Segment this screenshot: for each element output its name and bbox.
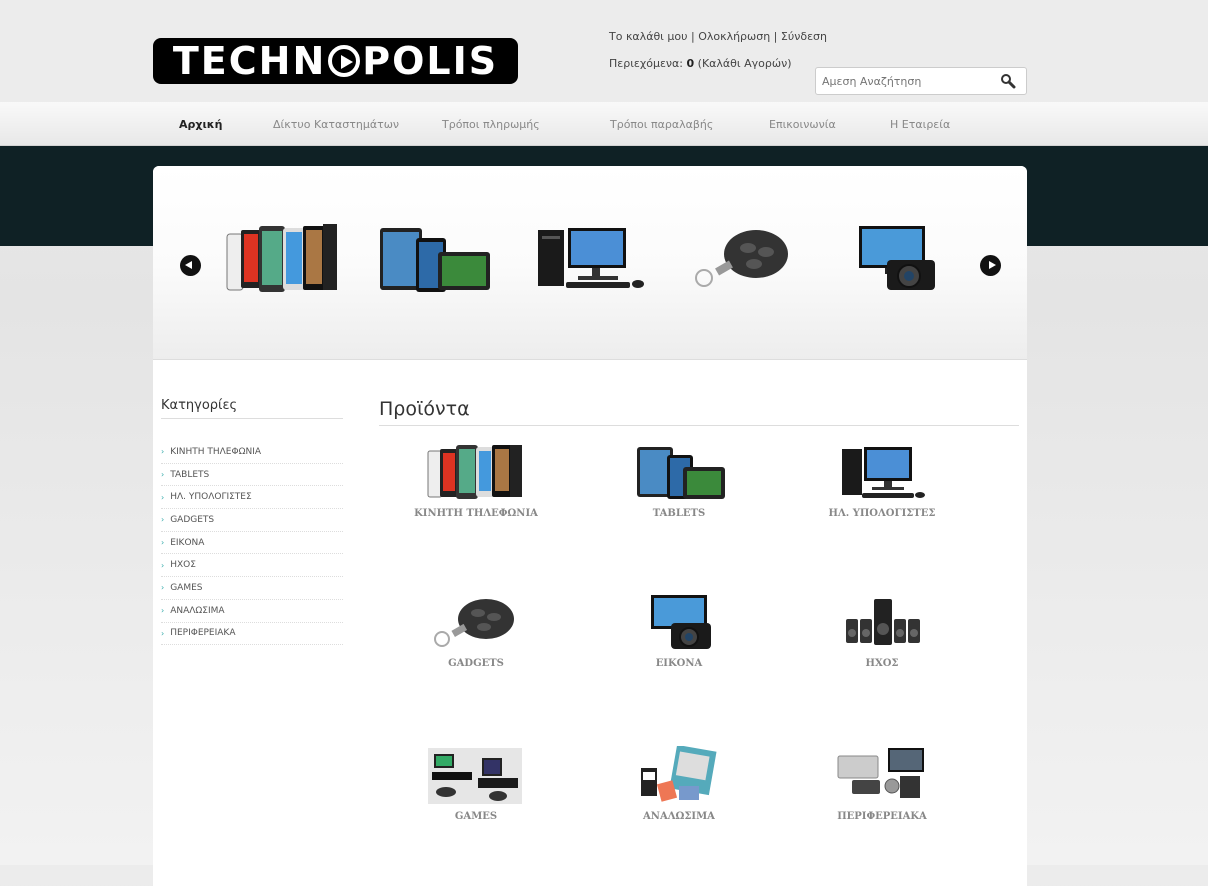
content-panel: Κατηγορίες › ΚΙΝΗΤΗ ΤΗΛΕΦΩΝΙΑ › TABLETS › Η… <box>153 166 1027 886</box>
category-label: ΑΝΑΛΩΣΙΜΑ <box>170 605 225 616</box>
nav-stores[interactable]: Δίκτυο Καταστημάτων <box>273 118 399 131</box>
category-sound[interactable]: › ΗΧΟΣ <box>161 554 343 578</box>
nav-home[interactable]: Αρχική <box>179 118 222 131</box>
gadget-image[interactable] <box>686 222 802 298</box>
chevron-right-icon: › <box>161 515 165 525</box>
chevron-right-icon: › <box>161 560 165 570</box>
category-computers[interactable]: › ΗΛ. ΥΠΟΛΟΓΙΣΤΕΣ <box>161 486 343 510</box>
category-label: TABLETS <box>170 469 210 480</box>
search-box <box>815 67 1027 95</box>
account-links: Το καλάθι μου | Ολοκλήρωση | Σύνδεση <box>609 30 827 43</box>
category-tablets[interactable]: › TABLETS <box>161 464 343 487</box>
category-label: ΕΙΚΟΝΑ <box>170 537 205 548</box>
main-nav: Αρχική Δίκτυο Καταστημάτων Τρόποι πληρωμ… <box>0 102 1208 146</box>
category-gadgets[interactable]: › GADGETS <box>161 509 343 532</box>
product-label: ΗΛ. ΥΠΟΛΟΓΙΣΤΕΣ <box>828 508 936 519</box>
technopolis-logo[interactable]: TECHN POLIS <box>153 38 518 84</box>
separator: | <box>687 30 699 43</box>
category-consumables[interactable]: › ΑΝΑΛΩΣΙΜΑ <box>161 600 343 623</box>
chevron-right-icon: › <box>161 538 165 548</box>
logo-text-2: POLIS <box>362 39 499 83</box>
divider <box>379 425 1019 426</box>
camera-tv-image[interactable] <box>841 222 957 298</box>
chevron-right-icon: › <box>161 628 165 638</box>
smartphones-image[interactable] <box>223 222 339 298</box>
product-label: ΚΙΝΗΤΗ ΤΗΛΕΦΩΝΙΑ <box>414 508 538 519</box>
cart-summary: Περιεχόμενα: 0 (Καλάθι Αγορών) <box>609 57 792 70</box>
product-label: ΠΕΡΙΦΕΡΕΙΑΚΑ <box>837 811 927 822</box>
categories-title: Κατηγορίες <box>161 398 238 413</box>
chevron-right-icon: › <box>161 470 165 480</box>
separator: | <box>770 30 781 43</box>
category-label: ΚΙΝΗΤΗ ΤΗΛΕΦΩΝΙΑ <box>170 446 261 457</box>
my-cart-link[interactable]: Το καλάθι μου <box>609 30 687 43</box>
product-label: ΕΙΚΟΝΑ <box>655 658 703 669</box>
product-image <box>837 748 924 798</box>
category-image[interactable]: › ΕΙΚΟΝΑ <box>161 532 343 555</box>
carousel-next-icon[interactable] <box>980 255 1001 276</box>
product-label: GAMES <box>454 811 498 822</box>
chevron-right-icon: › <box>161 492 165 502</box>
product-tile-consumables[interactable]: ΑΝΑΛΩΣΙΜΑ <box>584 746 774 822</box>
product-label: ΑΝΑΛΩΣΙΜΑ <box>643 811 715 822</box>
chevron-right-icon: › <box>161 583 165 593</box>
products-title: Προϊόντα <box>379 398 470 420</box>
categories-list: › ΚΙΝΗΤΗ ΤΗΛΕΦΩΝΙΑ › TABLETS › ΗΛ. ΥΠΟΛΟΓΙΣ… <box>161 441 343 646</box>
tablets-image[interactable] <box>378 222 494 298</box>
cart-prefix: Περιεχόμενα: <box>609 57 687 70</box>
category-label: ΗΛ. ΥΠΟΛΟΓΙΣΤΕΣ <box>170 492 252 503</box>
product-tile-image[interactable]: ΕΙΚΟΝΑ <box>584 593 774 669</box>
login-link[interactable]: Σύνδεση <box>781 30 827 43</box>
checkout-link[interactable]: Ολοκλήρωση <box>698 30 770 43</box>
product-image <box>842 447 925 498</box>
product-image <box>641 746 717 802</box>
product-image <box>428 748 522 804</box>
category-label: ΠΕΡΙΦΕΡΕΙΑΚΑ <box>170 628 236 639</box>
category-games[interactable]: › GAMES <box>161 577 343 600</box>
desktops-image[interactable] <box>532 222 648 298</box>
product-image <box>427 445 522 499</box>
category-peripherals[interactable]: › ΠΕΡΙΦΕΡΕΙΑΚΑ <box>161 623 343 646</box>
category-label: ΗΧΟΣ <box>170 560 196 571</box>
chevron-right-icon: › <box>161 447 165 457</box>
product-image <box>434 599 514 647</box>
carousel-prev-icon[interactable] <box>180 255 201 276</box>
product-tile-games[interactable]: GAMES <box>381 746 571 822</box>
divider <box>161 418 343 419</box>
nav-delivery[interactable]: Τρόποι παραλαβής <box>610 118 713 131</box>
cart-count: 0 <box>686 57 695 70</box>
nav-payment[interactable]: Τρόποι πληρωμής <box>442 118 540 131</box>
product-image <box>651 595 711 649</box>
product-tile-computers[interactable]: ΗΛ. ΥΠΟΛΟΓΙΣΤΕΣ <box>787 443 977 519</box>
product-tile-sound[interactable]: ΗΧΟΣ <box>787 593 977 669</box>
product-label: GADGETS <box>448 658 504 669</box>
search-icon[interactable] <box>1000 73 1016 93</box>
product-tile-mobile[interactable]: ΚΙΝΗΤΗ ΤΗΛΕΦΩΝΙΑ <box>381 443 571 519</box>
category-label: GAMES <box>170 582 203 593</box>
product-image <box>637 447 725 499</box>
cart-link[interactable]: (Καλάθι Αγορών) <box>694 57 792 70</box>
product-carousel <box>153 166 1027 360</box>
product-tile-tablets[interactable]: TABLETS <box>584 443 774 519</box>
product-label: TABLETS <box>652 508 706 519</box>
product-image <box>846 599 920 645</box>
play-icon <box>328 45 361 77</box>
product-label: ΗΧΟΣ <box>865 658 899 669</box>
logo-text-1: TECHN <box>172 39 327 83</box>
category-mobile[interactable]: › ΚΙΝΗΤΗ ΤΗΛΕΦΩΝΙΑ <box>161 441 343 464</box>
nav-contact[interactable]: Επικοινωνία <box>769 118 836 131</box>
search-input[interactable] <box>820 74 994 89</box>
product-tile-gadgets[interactable]: GADGETS <box>381 593 571 669</box>
chevron-right-icon: › <box>161 606 165 616</box>
product-tile-peripherals[interactable]: ΠΕΡΙΦΕΡΕΙΑΚΑ <box>787 746 977 822</box>
nav-company[interactable]: Η Εταιρεία <box>890 118 950 131</box>
category-label: GADGETS <box>170 514 215 525</box>
